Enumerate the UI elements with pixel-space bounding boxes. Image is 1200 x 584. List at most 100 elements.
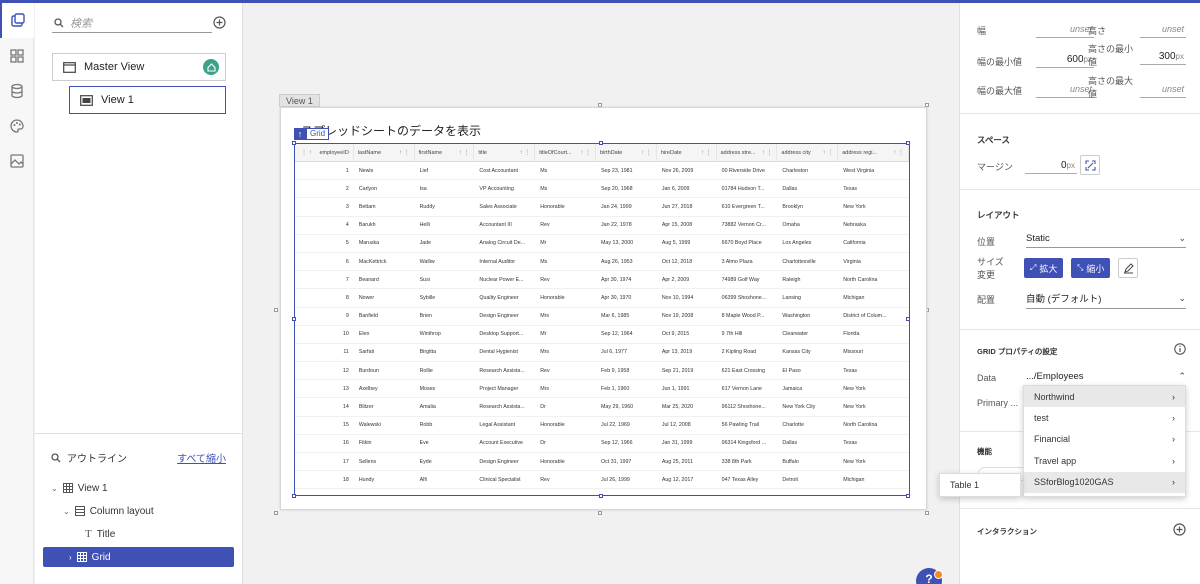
data-source-dropdown[interactable]: Northwind › test › Financial › Travel app › … [1023, 385, 1186, 497]
min-height-input[interactable]: 300px [1140, 51, 1184, 62]
table-cell[interactable]: Nov 26, 2009 [657, 162, 717, 179]
sort-menu-icon[interactable]: ↑ ⋮ [641, 149, 652, 156]
table-cell[interactable]: 13 [295, 380, 354, 397]
table-cell[interactable]: North Carolina [838, 271, 909, 288]
table-cell[interactable]: Axelbey [354, 380, 415, 397]
table-row[interactable]: 1 Newis Lief Cost Accountant Ms Sep 23, 1981 N… [295, 162, 909, 181]
table-cell[interactable]: California [838, 235, 909, 252]
table-cell[interactable]: Sarfati [354, 344, 415, 361]
min-width-input[interactable]: 600px [1036, 54, 1092, 65]
table-cell[interactable]: Aug 26, 1953 [596, 253, 657, 270]
table-cell[interactable]: Mr [535, 235, 596, 252]
table-cell[interactable]: Sep 12, 1966 [596, 435, 657, 452]
table-cell[interactable]: Honorable [535, 198, 596, 215]
chevron-right-icon[interactable]: › [69, 553, 72, 562]
table-cell[interactable]: 7 [295, 271, 354, 288]
table-row[interactable]: 11 Sarfati Birgitta Dental Hygienist Mrs Jul … [295, 344, 909, 363]
table-cell[interactable]: Washington [777, 308, 838, 325]
column-header[interactable]: firstName ↑ ⋮ [415, 144, 475, 161]
table-cell[interactable]: Mar 6, 1985 [596, 308, 657, 325]
table-cell[interactable]: Bettam [354, 198, 415, 215]
table-cell[interactable]: Susi [415, 271, 475, 288]
table-cell[interactable]: Kansas City [777, 344, 838, 361]
table-cell[interactable]: Honorable [535, 453, 596, 470]
table-cell[interactable]: 6 [295, 253, 354, 270]
table-cell[interactable]: Research Assista... [474, 398, 535, 415]
expand-button[interactable]: ⤢ 拡大 [1024, 258, 1064, 278]
table-cell[interactable]: Clinical Specialist [474, 471, 535, 488]
column-header[interactable]: birthDate ↑ ⋮ [596, 144, 657, 161]
table-cell[interactable]: 18 [295, 471, 354, 488]
table-cell[interactable]: Nebraska [838, 217, 909, 234]
table-cell[interactable]: New York City [777, 398, 838, 415]
table-cell[interactable]: Dr [535, 398, 596, 415]
table-cell[interactable]: 2 Kipling Road [717, 344, 778, 361]
search-input[interactable]: 検索 [70, 15, 92, 31]
resize-handle[interactable] [274, 511, 278, 515]
table-cell[interactable]: 17 [295, 453, 354, 470]
table-cell[interactable]: Aug 25, 2011 [657, 453, 717, 470]
table-cell[interactable]: Nov 10, 1994 [657, 289, 717, 306]
table-cell[interactable]: Walliw [415, 253, 475, 270]
table-cell[interactable]: MacKettrick [354, 253, 415, 270]
sort-menu-icon[interactable]: ↑ ⋮ [823, 149, 834, 156]
assets-image-icon[interactable] [0, 143, 34, 178]
data-sources-icon[interactable] [0, 73, 34, 108]
table-cell[interactable]: 617 Vernon Lane [717, 380, 778, 397]
table-cell[interactable]: Mrs [535, 308, 596, 325]
table-cell[interactable]: 74989 Golf Way [717, 271, 778, 288]
table-row[interactable]: 13 Axelbey Moses Project Manager Mrs Feb 1, 1… [295, 380, 909, 399]
table-cell[interactable]: VP Accounting [474, 180, 535, 197]
table-cell[interactable]: Rev [535, 217, 596, 234]
dropdown-item-test[interactable]: test › [1024, 407, 1185, 428]
table-cell[interactable]: Charlottesville [777, 253, 838, 270]
table-cell[interactable]: Isa [415, 180, 475, 197]
width-input[interactable]: unset [1036, 24, 1092, 34]
table-cell[interactable]: Rollie [415, 362, 475, 379]
table-cell[interactable]: 96314 Kingsford ... [717, 435, 778, 452]
table-cell[interactable]: 11 [295, 344, 354, 361]
resize-handle[interactable] [274, 308, 278, 312]
table-cell[interactable]: Buffalo [777, 453, 838, 470]
table-cell[interactable]: Carlyon [354, 180, 415, 197]
table-cell[interactable]: 5 [295, 235, 354, 252]
table-cell[interactable]: Aug 12, 2017 [657, 471, 717, 488]
table-cell[interactable]: 06399 Shoshone... [717, 289, 778, 306]
table-cell[interactable]: West Virginia [838, 162, 909, 179]
table-cell[interactable]: Jul 6, 1977 [596, 344, 657, 361]
sort-menu-icon[interactable]: ↑ ⋮ [520, 149, 531, 156]
resize-handle[interactable] [925, 511, 929, 515]
dropdown-item-northwind[interactable]: Northwind › [1024, 386, 1185, 408]
table-cell[interactable]: Ms [535, 180, 596, 197]
table-cell[interactable]: Lief [415, 162, 475, 179]
table-cell[interactable]: 3 Almo Plaza [717, 253, 778, 270]
sort-menu-icon[interactable]: ↑ ⋮ [399, 149, 410, 156]
table-cell[interactable]: Jan 22, 1978 [596, 217, 657, 234]
table-cell[interactable]: Dallas [777, 180, 838, 197]
table-cell[interactable]: New York [838, 398, 909, 415]
column-header[interactable]: address city ↑ ⋮ [777, 144, 839, 161]
table-cell[interactable]: 8 Maple Wood P... [717, 308, 778, 325]
table-cell[interactable]: El Paso [777, 362, 838, 379]
table-cell[interactable]: Oct 9, 2015 [657, 326, 717, 343]
table-cell[interactable]: Newis [354, 162, 415, 179]
table-cell[interactable]: 73882 Vernon Cr... [717, 217, 778, 234]
employees-grid[interactable]: ⋮ ↑ employeeID lastName ↑ ⋮ firstName ↑ ⋮ titl… [294, 143, 910, 496]
outline-item-column-layout[interactable]: ⌄ Column layout [43, 501, 234, 521]
table-cell[interactable]: Fitkin [354, 435, 415, 452]
chevron-down-icon[interactable]: ⌄ [63, 507, 70, 516]
table-cell[interactable]: Apr 15, 2008 [657, 217, 717, 234]
margin-input[interactable]: 0px [1025, 160, 1075, 171]
sort-menu-icon[interactable]: ↑ ⋮ [893, 149, 904, 156]
table-cell[interactable]: Barukh [354, 217, 415, 234]
table-cell[interactable]: Blitzer [354, 398, 415, 415]
sort-menu-icon[interactable]: ⋮ ↑ [301, 149, 312, 156]
table-cell[interactable]: Raleigh [777, 271, 838, 288]
table-cell[interactable]: Clearwater [777, 326, 838, 343]
height-input[interactable]: unset [1140, 24, 1184, 34]
table-cell[interactable]: Los Angeles [777, 235, 838, 252]
table-cell[interactable]: Aug 5, 1999 [657, 235, 717, 252]
grid-selection-tag[interactable]: ↑ Grid [294, 128, 330, 140]
table-row[interactable]: 4 Barukh Helli Accountant III Rev Jan 22, 197… [295, 217, 909, 235]
table-cell[interactable]: May 13, 2000 [596, 235, 657, 252]
